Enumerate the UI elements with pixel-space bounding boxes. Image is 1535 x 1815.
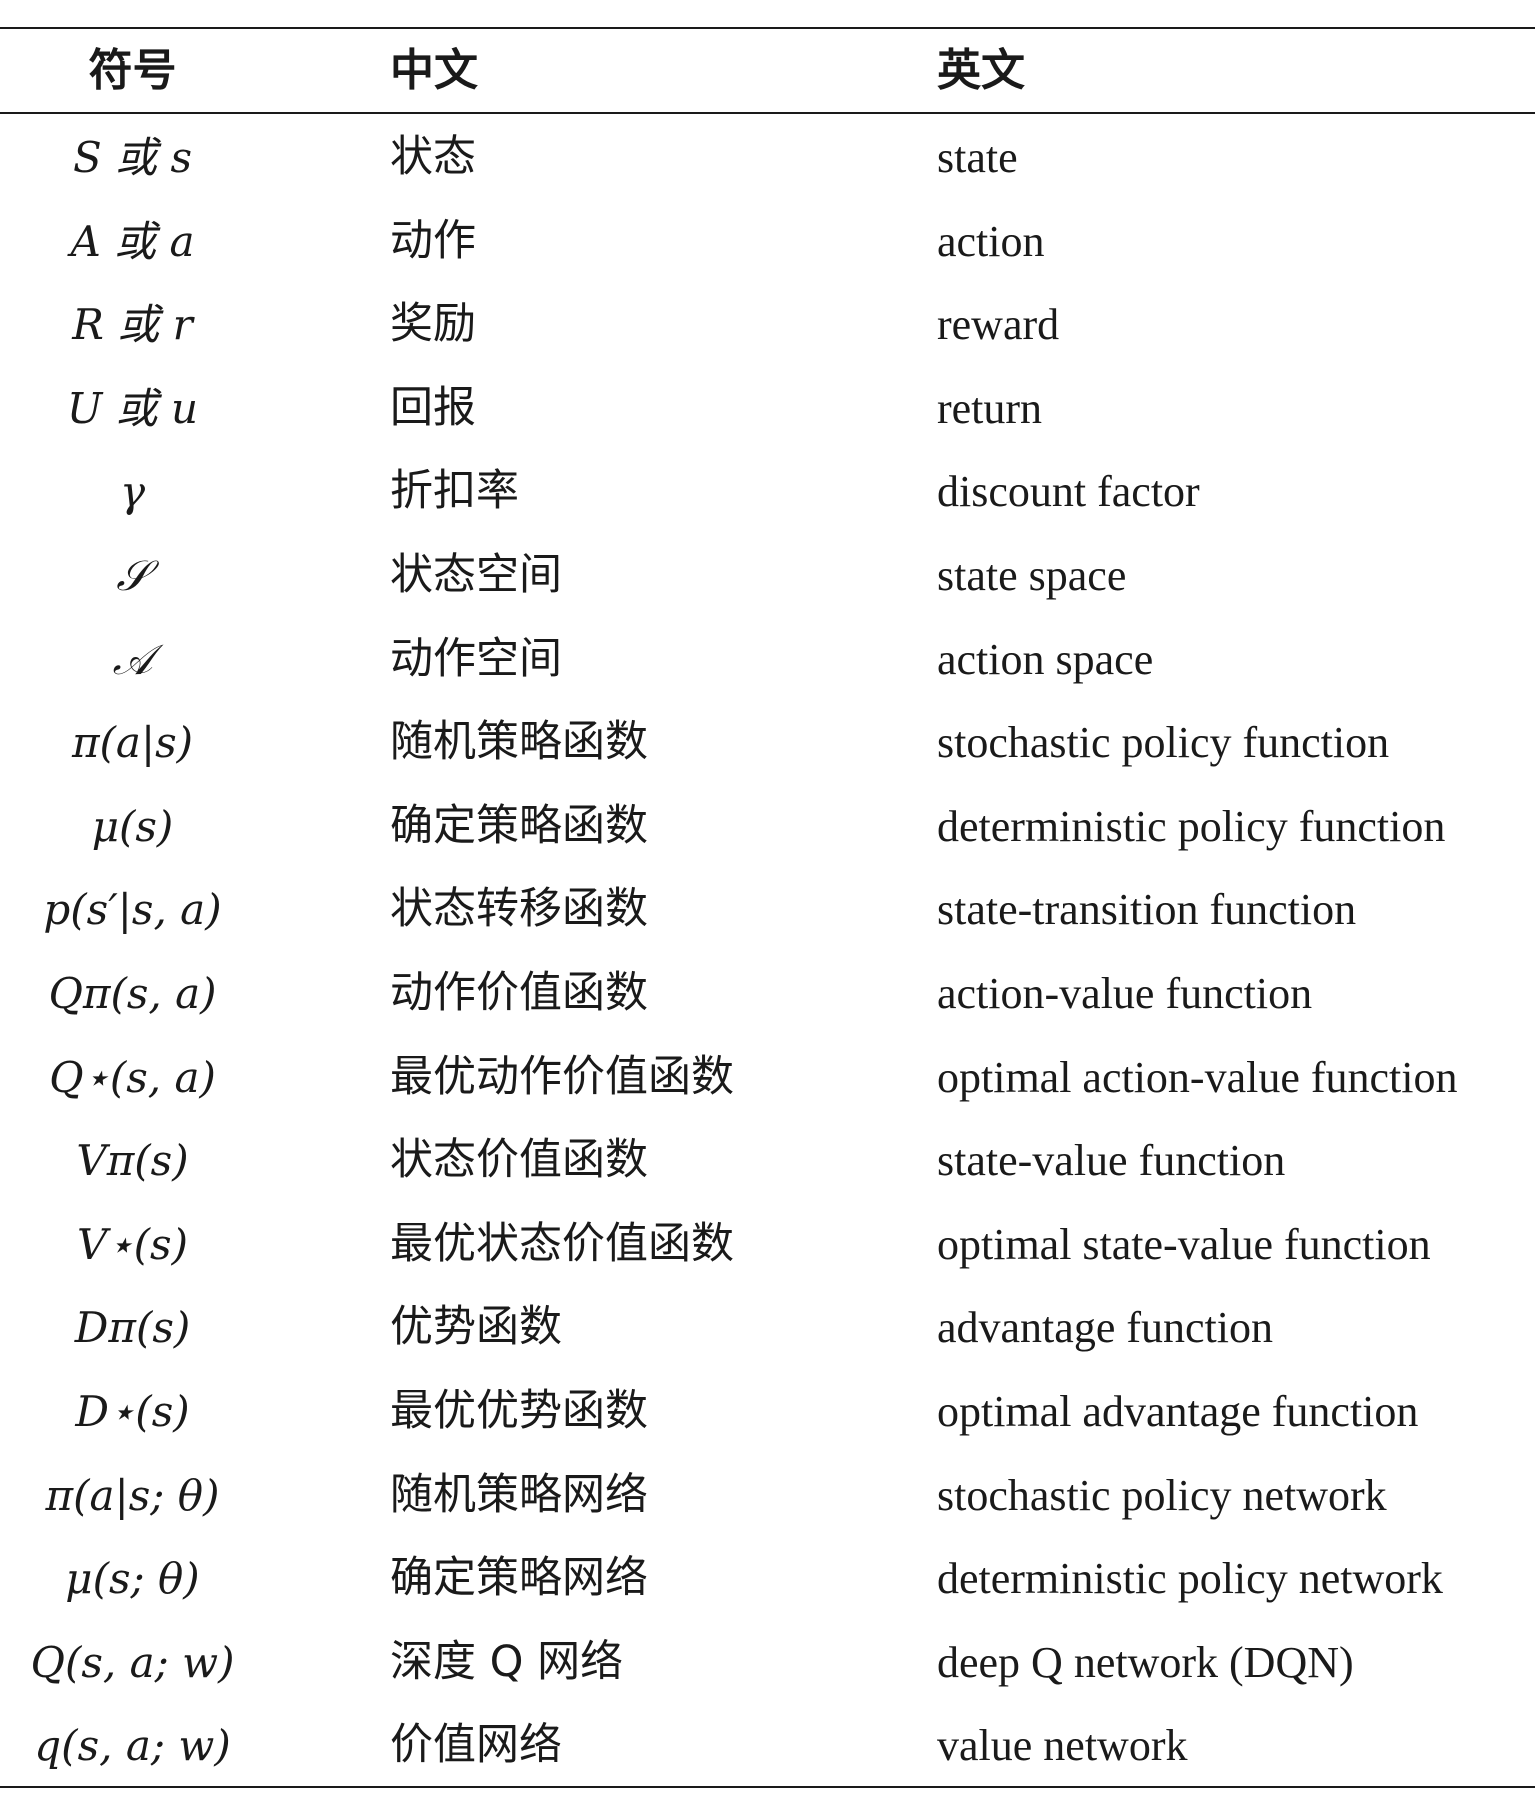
table-row: Dπ(s) 优势函数 advantage function [0,1286,1535,1370]
chinese-term-cell: 状态转移函数 [390,884,648,935]
chinese-term-cell: 确定策略网络 [390,1553,648,1604]
symbol-cell: V⋆(s) [77,1219,188,1269]
chinese-term-cell: 确定策略函数 [390,800,648,851]
symbol-cell: p(s′|s, a) [43,885,222,935]
english-term-cell: deterministic policy function [937,801,1446,851]
chinese-term-cell: 回报 [390,382,476,433]
table-header-row: 符号 中文 英文 [0,29,1535,112]
table-row: D⋆(s) 最优优势函数 optimal advantage function [0,1370,1535,1454]
chinese-term-cell: 价值网络 [390,1720,562,1771]
english-term-cell: action space [937,634,1154,684]
table-row: Q(s, a; w) 深度 Q 网络 deep Q network (DQN) [0,1621,1535,1705]
english-term-cell: deterministic policy network [937,1554,1443,1604]
symbol-cell: Vπ(s) [76,1136,189,1186]
chinese-term-cell: 最优优势函数 [390,1385,648,1436]
table-row: S 或 s 状态 state [0,116,1535,200]
english-term-cell: action-value function [937,968,1313,1018]
table-row: γ 折扣率 discount factor [0,450,1535,534]
chinese-term-cell: 动作 [390,215,476,266]
chinese-term-cell: 折扣率 [390,466,519,517]
english-term-cell: stochastic policy function [937,718,1390,768]
english-term-cell: state-value function [937,1136,1286,1186]
table-row: π(a|s; θ) 随机策略网络 stochastic policy network [0,1454,1535,1538]
chinese-term-cell: 随机策略函数 [390,717,648,768]
chinese-term-cell: 深度 Q 网络 [390,1636,624,1687]
symbol-cell: 𝒮 [116,550,149,600]
table-row: Qπ(s, a) 动作价值函数 action-value function [0,952,1535,1036]
chinese-term-cell: 最优状态价值函数 [390,1218,734,1269]
header-symbol: 符号 [88,45,177,96]
symbol-cell: μ(s) [91,801,174,851]
symbol-cell: Q⋆(s, a) [49,1052,216,1102]
symbol-cell: Qπ(s, a) [48,968,217,1018]
english-term-cell: reward [937,300,1060,350]
table-row: μ(s) 确定策略函数 deterministic policy function [0,785,1535,869]
symbol-cell: γ [119,467,146,517]
symbol-cell: 𝒜 [112,634,153,684]
chinese-term-cell: 奖励 [390,299,476,350]
table-row: 𝒜 动作空间 action space [0,618,1535,702]
symbol-cell: q(s, a; w) [34,1721,231,1771]
table-bottom-rule [0,1786,1535,1788]
symbol-cell: S 或 s [72,133,193,182]
chinese-term-cell: 优势函数 [390,1302,562,1353]
symbol-cell: R 或 r [72,300,193,350]
chinese-term-cell: 状态 [390,132,476,182]
table-row: π(a|s) 随机策略函数 stochastic policy function [0,701,1535,785]
chinese-term-cell: 最优动作价值函数 [390,1051,734,1102]
table-body: S 或 s 状态 state A 或 a 动作 action R 或 r 奖励 reward U … [0,116,1535,1788]
symbol-cell: D⋆(s) [75,1386,190,1436]
table-header-rule [0,112,1535,114]
symbol-cell: A 或 a [70,216,195,266]
symbol-cell: π(a|s; θ) [45,1470,220,1520]
table-row: μ(s; θ) 确定策略网络 deterministic policy networ… [0,1537,1535,1621]
table-row: Vπ(s) 状态价值函数 state-value function [0,1119,1535,1203]
symbol-cell: Q(s, a; w) [30,1637,235,1687]
table-row: q(s, a; w) 价值网络 value network [0,1704,1535,1788]
table-row: p(s′|s, a) 状态转移函数 state-transition functio… [0,868,1535,952]
english-term-cell: state space [937,550,1127,600]
table-row: Q⋆(s, a) 最优动作价值函数 optimal action-value fun… [0,1036,1535,1120]
english-term-cell: optimal state-value function [937,1219,1431,1269]
english-term-cell: optimal action-value function [937,1052,1458,1102]
header-chinese: 中文 [390,45,478,96]
symbol-cell: Dπ(s) [74,1303,191,1353]
symbol-cell: U 或 u [66,383,199,433]
table-row: R 或 r 奖励 reward [0,283,1535,367]
english-term-cell: state [937,133,1018,182]
table-row: U 或 u 回报 return [0,367,1535,451]
symbol-cell: μ(s; θ) [65,1554,200,1604]
english-term-cell: optimal advantage function [937,1386,1419,1436]
english-term-cell: advantage function [937,1303,1273,1353]
table-row: A 或 a 动作 action [0,200,1535,284]
english-term-cell: return [937,383,1043,433]
symbol-cell: π(a|s) [71,718,194,768]
english-term-cell: state-transition function [937,885,1357,935]
table-row: 𝒮 状态空间 state space [0,534,1535,618]
english-term-cell: discount factor [937,467,1200,517]
header-english: 英文 [937,45,1025,96]
table-row: V⋆(s) 最优状态价值函数 optimal state-value functio… [0,1203,1535,1287]
english-term-cell: deep Q network (DQN) [937,1637,1354,1687]
chinese-term-cell: 动作价值函数 [390,967,648,1018]
chinese-term-cell: 状态价值函数 [390,1135,648,1186]
english-term-cell: action [937,216,1045,266]
english-term-cell: value network [937,1721,1188,1771]
chinese-term-cell: 动作空间 [390,633,562,684]
english-term-cell: stochastic policy network [937,1470,1387,1520]
chinese-term-cell: 状态空间 [390,549,562,600]
chinese-term-cell: 随机策略网络 [390,1469,648,1520]
